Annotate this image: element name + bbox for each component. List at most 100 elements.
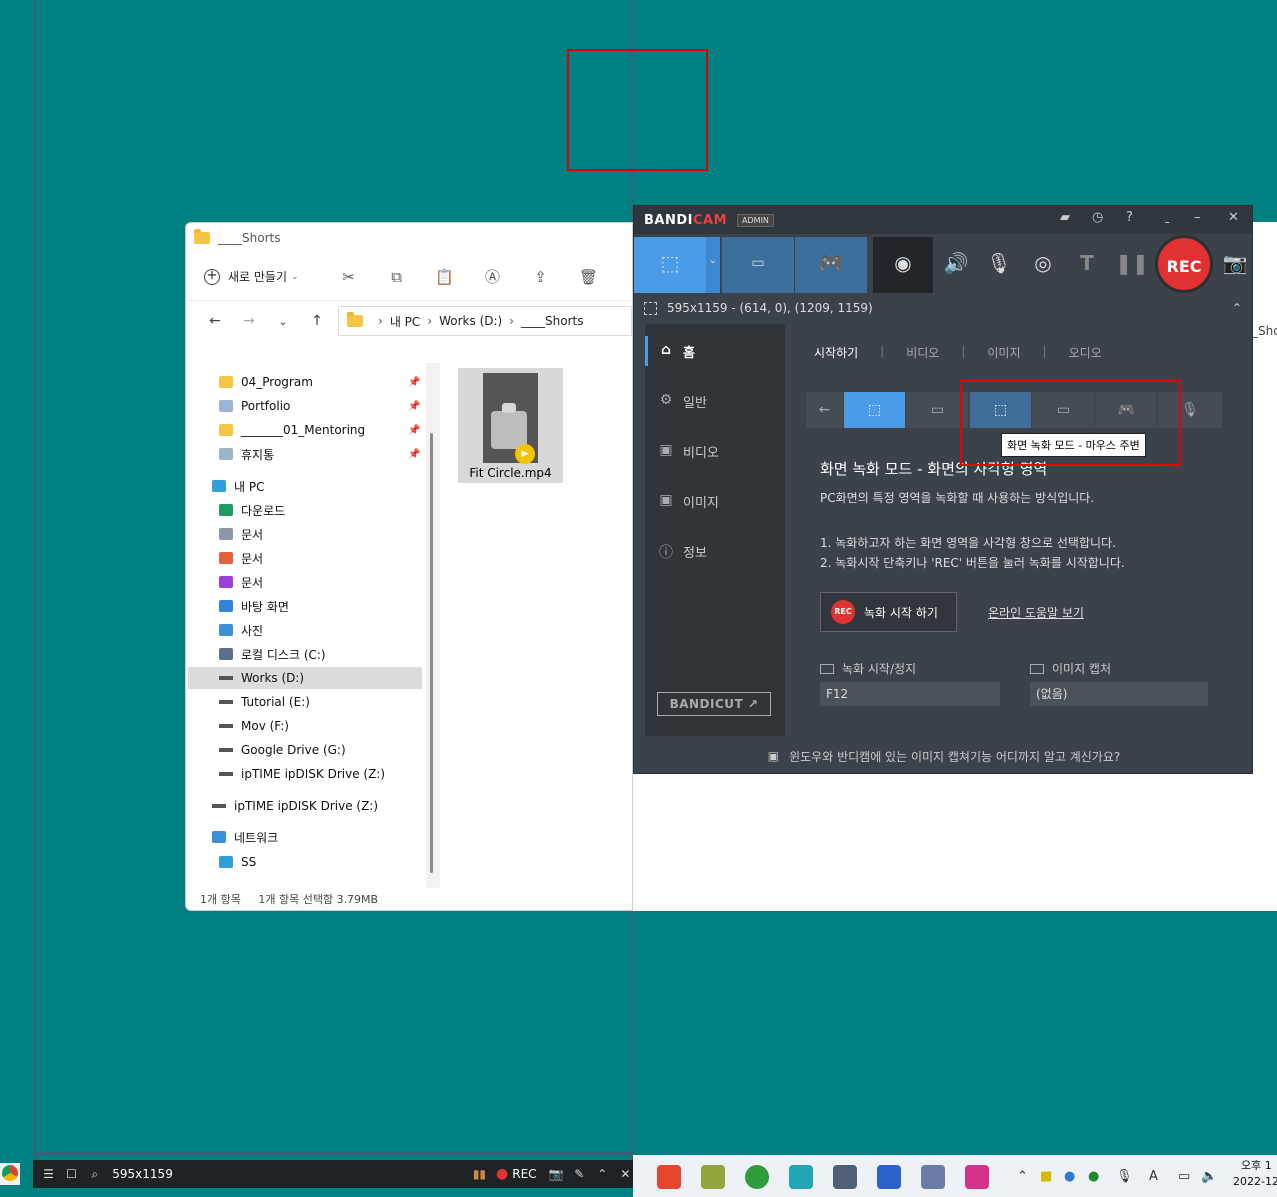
sidebar-item[interactable]: ▣ 이미지 xyxy=(657,489,719,513)
tree-scrollbar[interactable] xyxy=(426,363,440,888)
cube-app-icon[interactable] xyxy=(789,1165,813,1189)
text-overlay-icon[interactable]: T xyxy=(1069,251,1105,275)
mode-dropdown-button[interactable]: ⌄ xyxy=(706,237,720,293)
tab-image[interactable]: 이미지 xyxy=(987,344,1020,361)
breadcrumb-item[interactable]: Works (D:) xyxy=(439,314,502,328)
up-arrow-icon[interactable]: ↑ xyxy=(300,313,334,329)
breadcrumb-item[interactable]: ____Shorts xyxy=(521,314,583,328)
pause-icon[interactable]: ❚❚ xyxy=(1114,251,1150,275)
tree-item[interactable]: 문서 xyxy=(219,523,263,545)
tab-get-started[interactable]: 시작하기 xyxy=(814,344,858,361)
hdmi-mode-button[interactable]: ▭ xyxy=(722,237,794,293)
bandicam-footer[interactable]: ▣ 윈도우와 반디캠에 있는 이미지 캡쳐기능 어디까지 알고 계신가요? xyxy=(634,739,1254,773)
chevron-up-icon[interactable]: ⌃ xyxy=(1017,1169,1028,1184)
tree-item[interactable]: 휴지통 📌 xyxy=(219,443,420,465)
network-app-icon[interactable] xyxy=(921,1165,945,1189)
tree-item-label: 문서 xyxy=(241,551,264,566)
tree-item[interactable]: _______01_Mentoring 📌 xyxy=(219,419,420,441)
menu-icon[interactable]: ☰ xyxy=(41,1167,56,1181)
tab-audio[interactable]: 오디오 xyxy=(1069,344,1102,361)
clock[interactable]: 오후 1 2022-12 xyxy=(1233,1158,1277,1190)
file-item[interactable]: ▶ Fit Circle.mp4 xyxy=(458,368,563,483)
tree-item[interactable]: 로컬 디스크 (C:) xyxy=(219,643,326,665)
collapse-icon[interactable]: ⌃ xyxy=(595,1167,610,1181)
hotkey-capture-field[interactable]: (없음) xyxy=(1030,682,1208,706)
power-app-icon[interactable] xyxy=(657,1165,681,1189)
forward-arrow-icon[interactable]: → xyxy=(232,313,266,329)
tree-item[interactable]: Mov (F:) xyxy=(219,715,289,737)
status-dot-icon[interactable]: ● xyxy=(1088,1169,1099,1184)
collapse-icon[interactable]: ⌃ xyxy=(1232,301,1242,315)
breadcrumb-item[interactable]: 내 PC xyxy=(390,313,420,330)
rename-icon[interactable]: Ⓐ xyxy=(469,266,517,287)
microphone-icon[interactable]: 🎙 xyxy=(1116,1169,1133,1184)
share-icon[interactable]: ⇪ xyxy=(517,268,565,286)
webcam-button[interactable]: ◉ xyxy=(873,237,933,293)
close-icon[interactable]: ✕ xyxy=(618,1167,633,1181)
tab-video[interactable]: 비디오 xyxy=(906,344,939,361)
online-help-link[interactable]: 온라인 도움말 보기 xyxy=(988,604,1084,621)
start-recording-button[interactable]: REC 녹화 시작 하기 xyxy=(820,592,957,632)
rec-dot-icon[interactable]: ● xyxy=(496,1166,508,1182)
region-icon[interactable]: ☐ xyxy=(64,1167,79,1181)
cursor-effect-icon[interactable]: ◎ xyxy=(1025,251,1061,275)
clock-icon[interactable]: ◷ xyxy=(1092,210,1103,225)
chrome-icon[interactable] xyxy=(0,1163,20,1185)
tree-item[interactable]: 다운로드 xyxy=(219,499,285,521)
paste-icon[interactable]: 📋 xyxy=(421,268,469,286)
sidebar-item[interactable]: ⚙ 일반 xyxy=(657,389,707,413)
display-icon[interactable]: ▭ xyxy=(1178,1169,1190,1184)
tree-item[interactable]: 내 PC xyxy=(212,475,264,497)
volume-icon[interactable]: 🔈 xyxy=(1201,1169,1217,1184)
minimize-to-tray-icon[interactable]: ˍ xyxy=(1164,210,1171,225)
minimize-icon[interactable]: – xyxy=(1194,210,1201,225)
rectangle-area-mode-button[interactable]: ⬚ xyxy=(844,392,906,428)
capture-rec-label[interactable]: REC xyxy=(512,1167,536,1181)
tree-item[interactable]: SS xyxy=(219,851,256,873)
tree-item[interactable]: Tutorial (E:) xyxy=(219,691,310,713)
tree-item[interactable]: 문서 xyxy=(219,547,263,569)
back-arrow-icon[interactable]: ← xyxy=(806,392,844,428)
game-mode-button[interactable]: 🎮 xyxy=(795,237,867,293)
sidebar-item[interactable]: ▣ 비디오 xyxy=(657,439,719,463)
tree-item[interactable]: 네트워크 xyxy=(212,826,278,848)
new-button[interactable]: + 새로 만들기 ⌄ xyxy=(204,268,299,285)
tree-item[interactable]: ipTIME ipDISK Drive (Z:) xyxy=(219,763,385,785)
chevron-down-icon[interactable]: ⌄ xyxy=(266,315,300,328)
microphone-icon[interactable]: 🎙 xyxy=(981,251,1017,275)
zoom-region-icon[interactable]: ⌕ xyxy=(87,1167,102,1182)
calculator-icon[interactable] xyxy=(833,1165,857,1189)
eye-app-icon[interactable] xyxy=(745,1165,769,1189)
tree-item[interactable]: 04_Program 📌 xyxy=(219,371,420,393)
winrar-icon[interactable] xyxy=(701,1165,725,1189)
plus-app-icon[interactable] xyxy=(877,1165,901,1189)
tree-item[interactable]: 사진 xyxy=(219,619,263,641)
sidebar-item[interactable]: ⓘ 정보 xyxy=(657,539,707,563)
speaker-icon[interactable]: 🔊 xyxy=(938,251,974,275)
bandicut-button[interactable]: BANDICUT ↗ xyxy=(657,692,771,716)
camera-icon[interactable]: 📷 xyxy=(1217,251,1253,275)
ime-icon[interactable]: A xyxy=(1149,1169,1158,1184)
delete-icon[interactable]: 🗑 xyxy=(565,268,613,286)
tree-item[interactable]: Portfolio 📌 xyxy=(219,395,420,417)
folder-icon[interactable]: ▰ xyxy=(1060,210,1070,225)
camera-icon[interactable]: 📷 xyxy=(549,1167,564,1181)
close-icon[interactable]: ✕ xyxy=(1228,210,1239,225)
sync-icon[interactable]: ● xyxy=(1064,1169,1075,1184)
tree-item[interactable]: 문서 xyxy=(219,571,263,593)
pencil-icon[interactable]: ✎ xyxy=(572,1167,587,1181)
tree-item[interactable]: ipTIME ipDISK Drive (Z:) xyxy=(212,795,378,817)
back-arrow-icon[interactable]: ← xyxy=(198,313,232,329)
kakaotalk-icon[interactable]: ■ xyxy=(1040,1169,1052,1184)
hotkey-record-field[interactable]: F12 xyxy=(820,682,1000,706)
copy-icon[interactable]: ⧉ xyxy=(373,268,421,286)
tree-item[interactable]: Google Drive (G:) xyxy=(219,739,346,761)
record-button[interactable]: REC xyxy=(1155,235,1213,293)
tree-item[interactable]: Works (D:) xyxy=(188,667,422,689)
cut-icon[interactable]: ✂ xyxy=(325,268,373,286)
instagram-icon[interactable] xyxy=(965,1165,989,1189)
address-bar[interactable]: › 내 PC › Works (D:) › ____Shorts xyxy=(338,306,632,336)
help-icon[interactable]: ? xyxy=(1126,210,1133,225)
sidebar-item[interactable]: ⌂ 홈 xyxy=(657,339,695,363)
tree-item[interactable]: 바탕 화면 xyxy=(219,595,289,617)
